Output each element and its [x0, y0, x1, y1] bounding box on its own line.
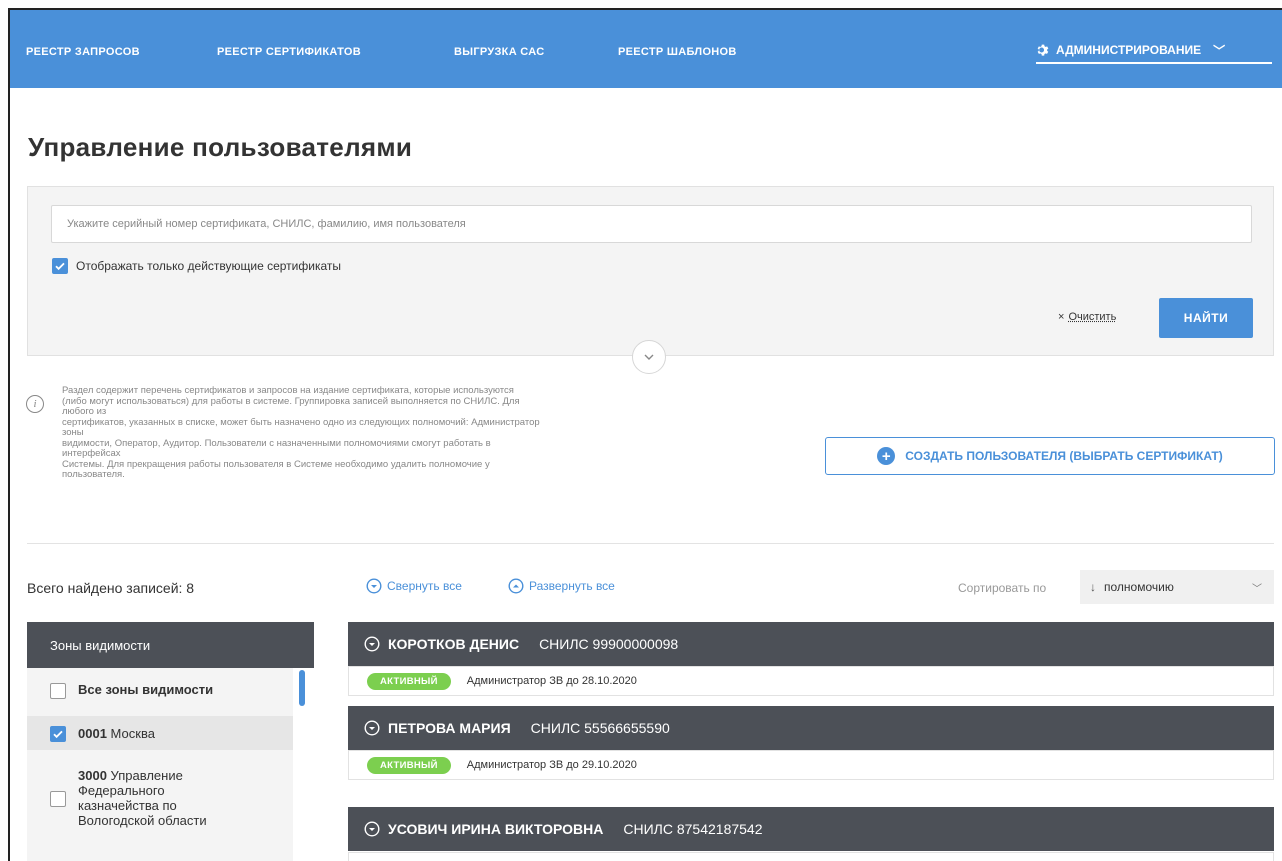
only-active-checkbox[interactable] [52, 258, 68, 274]
user-role: Администратор ЗВ до 29.10.2020 [466, 759, 637, 771]
zone-checkbox[interactable] [50, 725, 66, 742]
zone-code: 0001 [78, 725, 107, 741]
nav-request-registry[interactable]: РЕЕСТР ЗАПРОСОВ [26, 46, 140, 58]
info-line: Системы. Для прекращения работы пользова… [62, 458, 490, 470]
user-card-header[interactable]: УСОВИЧ ИРИНА ВИКТОРОВНА СНИЛС 8754218754… [348, 807, 1274, 851]
zone-scroll-thumb[interactable] [299, 670, 305, 706]
zone-label: 0001 Москва [78, 726, 155, 741]
user-role: Администратор ЗВ до 28.10.2020 [466, 675, 637, 687]
checkmark-icon [53, 730, 63, 738]
info-line: сертификатов, указанных в списке, может … [62, 416, 540, 428]
zone-name: Москва [110, 725, 155, 741]
arrow-down-icon: ↓ [1090, 580, 1096, 594]
info-text: Раздел содержит перечень сертификатов и … [62, 385, 772, 481]
app-frame: РЕЕСТР ЗАПРОСОВ РЕЕСТР СЕРТИФИКАТОВ ВЫГР… [8, 8, 1282, 861]
collapse-all-button[interactable]: Свернуть все [366, 578, 462, 594]
nav-sas-export[interactable]: ВЫГРУЗКА САС [454, 46, 544, 58]
zone-code: 3000 [78, 768, 107, 783]
divider [27, 543, 1274, 544]
close-icon: × [1058, 311, 1065, 323]
checkmark-icon [55, 262, 65, 271]
chevron-circle-down-icon [366, 578, 382, 594]
top-navbar: РЕЕСТР ЗАПРОСОВ РЕЕСТР СЕРТИФИКАТОВ ВЫГР… [10, 10, 1282, 88]
expand-all-button[interactable]: Развернуть все [508, 578, 615, 594]
clear-button[interactable]: × Очистить [1058, 311, 1116, 323]
only-active-label: Отображать только действующие сертификат… [76, 259, 342, 273]
zones-header: Зоны видимости [27, 622, 314, 668]
chevron-circle-down-icon [364, 636, 380, 652]
chevron-circle-up-icon [508, 578, 524, 594]
info-line: зоны [62, 427, 84, 438]
zone-checkbox[interactable] [50, 683, 66, 699]
gear-icon [1037, 44, 1049, 56]
user-name: УСОВИЧ ИРИНА ВИКТОРОВНА [388, 821, 604, 837]
zones-panel: Зоны видимости Все зоны видимости 0001 М… [27, 622, 314, 861]
user-card-body: АКТИВНЫЙ Администратор ЗВ до 28.10.2020 [348, 666, 1274, 696]
zone-name: Все зоны видимости [78, 682, 214, 697]
search-panel: Отображать только действующие сертификат… [27, 186, 1274, 356]
chevron-down-icon: ﹀ [1252, 583, 1262, 595]
zone-label: 3000 Управление Федерального казначейств… [78, 768, 238, 828]
chevron-circle-down-icon [364, 821, 380, 837]
user-snils: СНИЛС 99900000098 [539, 636, 679, 652]
zone-checkbox[interactable] [50, 790, 66, 807]
chevron-circle-down-icon [364, 720, 380, 736]
zone-item-0001[interactable]: 0001 Москва [27, 716, 293, 750]
admin-menu-label: АДМИНИСТРИРОВАНИЕ [1056, 43, 1202, 57]
chevron-down-icon [644, 354, 654, 360]
search-input[interactable] [51, 205, 1252, 243]
create-user-label: СОЗДАТЬ ПОЛЬЗОВАТЕЛЯ (ВЫБРАТЬ СЕРТИФИКАТ… [905, 449, 1223, 463]
sort-label: Сортировать по [958, 581, 1047, 595]
info-line: Раздел содержит перечень сертификатов и … [62, 385, 514, 396]
total-records: Всего найдено записей: 8 [27, 580, 195, 596]
user-name: КОРОТКОВ ДЕНИС [388, 636, 520, 652]
expand-filters-button[interactable] [632, 340, 666, 374]
zone-item-all[interactable]: Все зоны видимости [27, 682, 293, 699]
collapse-all-label: Свернуть все [387, 579, 462, 593]
status-badge: АКТИВНЫЙ [367, 672, 451, 690]
info-line: пользователя. [62, 469, 125, 480]
user-card-header[interactable]: ПЕТРОВА МАРИЯ СНИЛС 55566655590 [348, 706, 1274, 750]
info-icon: i [26, 395, 44, 413]
user-snils: СНИЛС 87542187542 [623, 821, 763, 837]
info-line: любого из [62, 406, 107, 417]
expand-all-label: Развернуть все [529, 579, 615, 593]
status-badge: АКТИВНЫЙ [367, 756, 451, 774]
user-card-header[interactable]: КОРОТКОВ ДЕНИС СНИЛС 99900000098 [348, 622, 1274, 666]
sort-select[interactable]: ↓ полномочию ﹀ [1080, 570, 1274, 604]
only-active-toggle[interactable]: Отображать только действующие сертификат… [52, 258, 341, 274]
page-title: Управление пользователями [28, 132, 413, 162]
user-name: ПЕТРОВА МАРИЯ [388, 720, 511, 736]
user-snils: СНИЛС 55566655590 [530, 720, 670, 736]
create-user-button[interactable]: + СОЗДАТЬ ПОЛЬЗОВАТЕЛЯ (ВЫБРАТЬ СЕРТИФИК… [825, 437, 1275, 475]
clear-label: Очистить [1068, 311, 1117, 323]
zone-list: Все зоны видимости 0001 Москва 3000 Упра… [27, 668, 293, 861]
info-line: интерфейсах [62, 448, 121, 459]
admin-menu[interactable]: АДМИНИСТРИРОВАНИЕ ﹀ [1036, 38, 1272, 64]
chevron-down-icon: ﹀ [1213, 43, 1226, 58]
user-card-body [348, 852, 1274, 861]
info-line: (либо могут использоваться) для работы в… [62, 395, 520, 407]
info-line: видимости, Оператор, Аудитор. Пользовате… [62, 437, 491, 449]
zone-item-3000[interactable]: 3000 Управление Федерального казначейств… [27, 758, 293, 838]
plus-circle-icon: + [877, 447, 896, 465]
user-card-body: АКТИВНЫЙ Администратор ЗВ до 29.10.2020 [348, 750, 1274, 780]
find-button[interactable]: НАЙТИ [1159, 298, 1253, 338]
nav-template-registry[interactable]: РЕЕСТР ШАБЛОНОВ [618, 46, 737, 58]
sort-value: полномочию [1104, 580, 1174, 594]
nav-certificate-registry[interactable]: РЕЕСТР СЕРТИФИКАТОВ [217, 46, 361, 58]
